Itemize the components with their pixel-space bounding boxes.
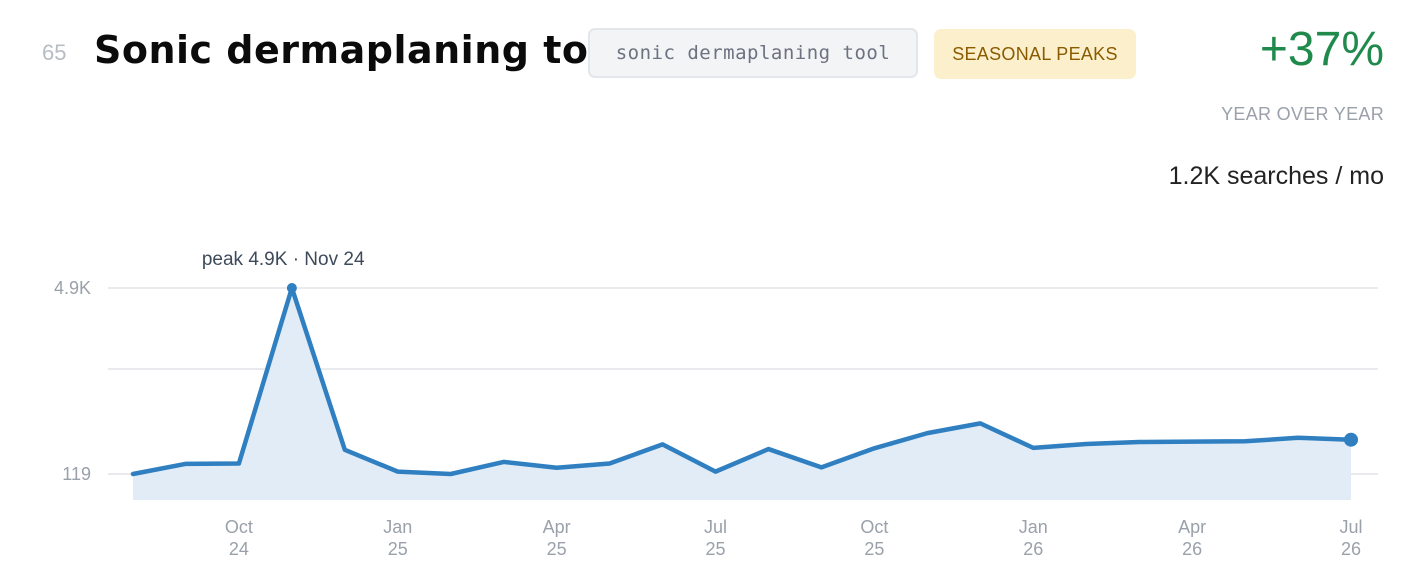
series-layer bbox=[130, 283, 1358, 500]
series-area bbox=[133, 288, 1351, 500]
x-tick-month: Jan bbox=[1019, 517, 1048, 537]
x-tick-month: Jul bbox=[704, 517, 727, 537]
y-tick-label: 4.9K bbox=[54, 278, 91, 298]
x-tick-year: 25 bbox=[864, 539, 884, 559]
x-tick-month: Oct bbox=[860, 517, 888, 537]
peak-point bbox=[286, 283, 297, 293]
x-tick-month: Apr bbox=[543, 517, 571, 537]
x-tick-month: Oct bbox=[225, 517, 253, 537]
x-tick-month: Jan bbox=[383, 517, 412, 537]
axis-layer: 4.9K119peak 4.9K · Nov 24Oct24Jan25Apr25… bbox=[54, 249, 1363, 559]
x-tick-year: 26 bbox=[1182, 539, 1202, 559]
peak-annotation: peak 4.9K · Nov 24 bbox=[202, 249, 365, 270]
x-tick-year: 24 bbox=[229, 539, 249, 559]
x-tick-year: 26 bbox=[1023, 539, 1043, 559]
x-tick-month: Apr bbox=[1178, 517, 1206, 537]
y-tick-label: 119 bbox=[62, 464, 91, 484]
x-tick-year: 25 bbox=[547, 539, 567, 559]
latest-point bbox=[1344, 432, 1358, 447]
x-tick-year: 26 bbox=[1341, 539, 1361, 559]
x-tick-month: Jul bbox=[1339, 517, 1362, 537]
trend-chart: 4.9K119peak 4.9K · Nov 24Oct24Jan25Apr25… bbox=[54, 249, 1378, 559]
x-tick-year: 25 bbox=[388, 539, 408, 559]
x-tick-year: 25 bbox=[706, 539, 726, 559]
